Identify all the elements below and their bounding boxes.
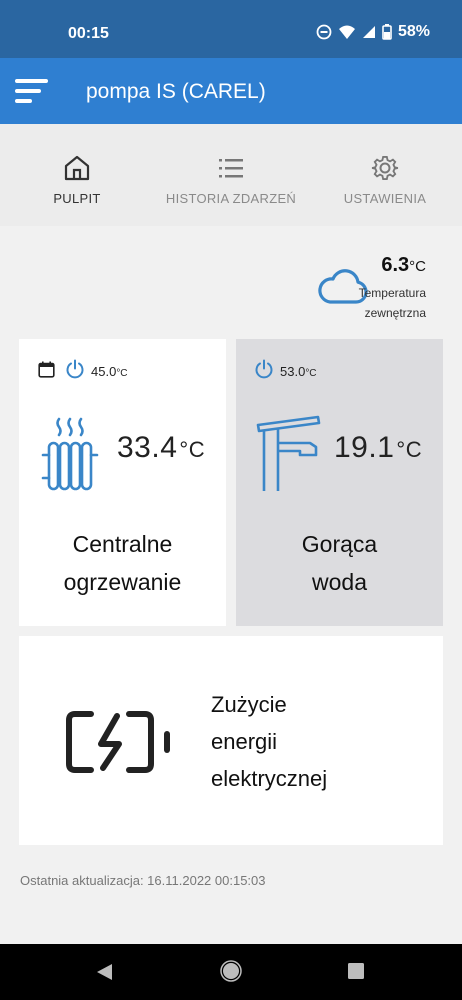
battery-charging-icon <box>65 710 175 779</box>
outdoor-temp-label-line2: zewnętrzna <box>364 306 426 320</box>
outdoor-temp-label: Temperatura zewnętrzna <box>359 283 426 323</box>
status-time: 00:15 <box>68 25 109 42</box>
ch-title-line1: Centralne <box>72 531 173 557</box>
menu-button[interactable] <box>14 78 52 106</box>
app-title: pompa IS (CAREL) <box>86 80 266 103</box>
ch-setpoint: 45.0°C <box>91 364 128 379</box>
home-icon <box>63 154 91 182</box>
battery-percent: 58% <box>397 23 430 40</box>
outdoor-temp-label-line1: Temperatura <box>358 286 426 300</box>
tab-label: USTAWIENIA <box>343 191 427 206</box>
recents-button[interactable] <box>347 962 365 985</box>
dnd-icon <box>316 24 332 40</box>
hw-setpoint-unit: °C <box>305 368 317 379</box>
ch-temp-value: 33.4 <box>117 431 178 464</box>
list-icon <box>218 154 244 182</box>
hw-title: Gorąca woda <box>236 525 443 601</box>
ch-setpoint-value: 45.0 <box>91 364 117 379</box>
hw-temperature: 19.1°C <box>334 431 422 465</box>
tab-ustawienia[interactable]: USTAWIENIA <box>308 124 462 226</box>
calendar-icon <box>38 361 55 383</box>
tab-label: PULPIT <box>53 191 101 206</box>
ch-setpoint-row: 45.0°C <box>38 359 128 384</box>
energy-label-line1: Zużycie <box>211 692 287 717</box>
tab-pulpit[interactable]: PULPIT <box>0 124 154 226</box>
outdoor-temp-number: 6.3 <box>381 254 410 276</box>
status-icons: 58% <box>316 23 430 41</box>
hw-setpoint-row: 53.0°C <box>254 359 317 384</box>
home-button[interactable] <box>220 960 242 987</box>
hw-temp-value: 19.1 <box>334 431 395 464</box>
gear-icon <box>371 154 399 182</box>
ch-temperature: 33.4°C <box>117 431 205 465</box>
energy-card[interactable]: Zużycie energii elektrycznej <box>19 636 443 845</box>
back-button[interactable] <box>94 962 114 987</box>
central-heating-card[interactable]: 45.0°C 33.4°C Centralne ogrzewanie <box>19 339 226 626</box>
hot-water-card[interactable]: 53.0°C 19.1°C Gorąca woda <box>236 339 443 626</box>
tab-historia[interactable]: HISTORIA ZDARZEŃ <box>154 124 308 226</box>
tab-label: HISTORIA ZDARZEŃ <box>165 191 297 206</box>
home-circle-icon <box>220 960 242 982</box>
recents-icon <box>348 963 364 979</box>
nav-tabs: PULPIT HISTORIA ZDARZEŃ USTAWIENIA <box>0 124 462 226</box>
ch-setpoint-unit: °C <box>116 368 128 379</box>
hw-title-line1: Gorąca <box>301 531 378 557</box>
energy-label: Zużycie energii elektrycznej <box>211 686 327 797</box>
hw-setpoint: 53.0°C <box>280 364 317 379</box>
power-icon <box>65 359 85 384</box>
status-bar: 00:15 58% <box>0 0 462 58</box>
ch-title-line2: ogrzewanie <box>63 569 182 595</box>
wifi-icon <box>338 24 356 40</box>
power-icon <box>254 359 274 384</box>
app-bar: pompa IS (CAREL) <box>0 58 462 124</box>
hw-temp-unit: °C <box>396 437 423 462</box>
outdoor-temp-unit: °C <box>409 258 426 275</box>
system-nav-bar <box>0 944 462 1000</box>
ch-temp-unit: °C <box>179 437 206 462</box>
faucet-icon <box>254 413 324 500</box>
hw-setpoint-value: 53.0 <box>280 364 306 379</box>
back-icon <box>97 964 112 980</box>
outdoor-temperature: 6.3°C Temperatura zewnętrzna <box>359 254 426 323</box>
last-update: Ostatnia aktualizacja: 16.11.2022 00:15:… <box>20 873 266 888</box>
hw-title-line2: woda <box>312 569 367 595</box>
menu-icon <box>15 79 48 103</box>
signal-icon <box>362 25 376 39</box>
battery-icon <box>382 24 392 40</box>
energy-label-line2: energii <box>211 729 278 754</box>
outdoor-temp-value: 6.3°C <box>359 254 426 277</box>
energy-label-line3: elektrycznej <box>211 766 328 791</box>
radiator-icon <box>41 415 101 498</box>
ch-title: Centralne ogrzewanie <box>19 525 226 601</box>
